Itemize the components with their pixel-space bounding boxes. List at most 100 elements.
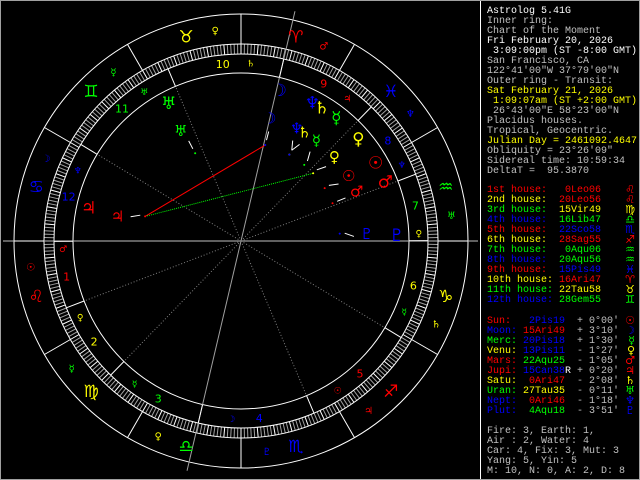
planet-pointer: [328, 183, 339, 186]
degree-tick: [53, 179, 64, 184]
degree-tick: [424, 276, 435, 280]
degree-tick: [422, 285, 433, 290]
house-ruler-icon: ♆: [398, 161, 406, 171]
house-number: 4: [256, 412, 263, 425]
degree-tick: [410, 157, 420, 163]
natal-planet-icon: ♇: [389, 226, 404, 246]
transit-planet-icon: ♇: [360, 225, 373, 243]
house-cusp: [306, 395, 315, 414]
degree-tick: [285, 422, 290, 433]
degree-tick: [425, 272, 436, 276]
house-cusp: [197, 404, 204, 424]
planet-pointer: [306, 151, 311, 162]
degree-tick: [169, 56, 175, 67]
house-ruler-icon: ♃: [343, 95, 351, 105]
degree-tick: [47, 276, 58, 280]
natal-planet-icon: ♆: [305, 93, 320, 113]
degree-tick: [307, 415, 313, 426]
degree-tick: [298, 418, 303, 429]
transit-planet-icon: ♂: [350, 182, 363, 200]
degree-tick: [427, 253, 438, 256]
planet-point: [303, 163, 306, 166]
sign-glyph-icon: ♍: [83, 382, 98, 402]
sign-border: [339, 44, 355, 71]
degree-tick: [288, 421, 293, 432]
sign-border: [44, 339, 71, 355]
degree-tick: [423, 196, 434, 200]
degree-tick: [160, 60, 166, 71]
planet-pointer: [130, 214, 141, 218]
degree-tick: [45, 266, 56, 269]
planet-point: [323, 187, 326, 190]
degree-tick: [154, 408, 160, 419]
degree-tick: [415, 169, 426, 175]
sign-border: [127, 44, 143, 71]
info-line: DeltaT = 95.3870: [487, 166, 590, 177]
sign-ruler-icon: ♄: [432, 319, 441, 330]
degree-tick: [427, 256, 438, 259]
degree-tick: [417, 301, 428, 306]
degree-tick: [411, 160, 422, 166]
degree-tick: [189, 50, 194, 61]
house-cusp: [66, 300, 85, 309]
degree-tick: [427, 226, 438, 229]
degree-tick: [189, 421, 194, 432]
degree-tick: [192, 49, 197, 60]
degree-tick: [48, 282, 59, 286]
degree-tick: [415, 307, 426, 313]
sign-glyph-icon: ♉: [179, 27, 194, 47]
degree-tick: [55, 173, 66, 178]
degree-tick: [418, 179, 429, 184]
transit-planet-icon: ☽: [263, 110, 276, 128]
sign-glyph-icon: ♊: [625, 293, 635, 306]
degree-tick: [52, 295, 63, 300]
degree-tick: [292, 51, 296, 62]
degree-tick: [263, 426, 266, 437]
natal-planet-icon: ☽: [272, 81, 287, 101]
planet-pointer: [336, 197, 346, 202]
degree-tick: [423, 199, 434, 203]
sign-ruler-icon: ☽: [41, 154, 50, 165]
degree-tick: [316, 411, 322, 422]
degree-tick: [319, 62, 325, 72]
degree-tick: [411, 316, 422, 322]
house-ruler-icon: ♀: [416, 229, 423, 239]
natal-planet-icon: ♀: [352, 129, 364, 149]
degree-tick: [206, 46, 210, 57]
degree-tick: [209, 46, 213, 57]
degree-tick: [422, 192, 433, 197]
degree-tick: [301, 54, 306, 65]
house-cusp-value: 28Gem55: [559, 295, 602, 306]
degree-tick: [269, 425, 273, 436]
degree-tick: [419, 182, 430, 187]
transit-planet-icon: ♅: [174, 122, 187, 140]
degree-tick: [322, 63, 328, 74]
house-ruler-icon: ♂: [59, 245, 67, 255]
degree-tick: [46, 206, 57, 210]
house-number: 3: [155, 393, 162, 406]
planet-row: Plut: 4Aqu18 - 3°51' ♇: [487, 405, 637, 417]
degree-tick: [56, 169, 67, 175]
degree-tick: [427, 230, 438, 232]
degree-tick: [45, 216, 56, 219]
degree-tick: [60, 316, 71, 322]
house-number: 5: [356, 367, 363, 380]
degree-tick: [250, 427, 252, 438]
transit-planet-icon: ♀: [329, 148, 340, 166]
house-number: 8: [384, 134, 391, 147]
house-number: 6: [410, 279, 417, 292]
degree-tick: [310, 414, 316, 424]
house-cusp-line: [123, 240, 242, 362]
planet-pointer: [188, 140, 194, 150]
degree-tick: [256, 427, 259, 438]
degree-tick: [425, 206, 436, 210]
degree-tick: [48, 279, 59, 283]
sign-ruler-icon: ♀: [155, 432, 162, 443]
degree-tick: [51, 186, 62, 190]
degree-tick: [58, 166, 68, 172]
degree-tick: [166, 58, 172, 68]
degree-tick: [192, 422, 197, 433]
degree-tick: [206, 425, 210, 436]
degree-tick: [295, 419, 300, 430]
degree-tick: [182, 419, 187, 430]
